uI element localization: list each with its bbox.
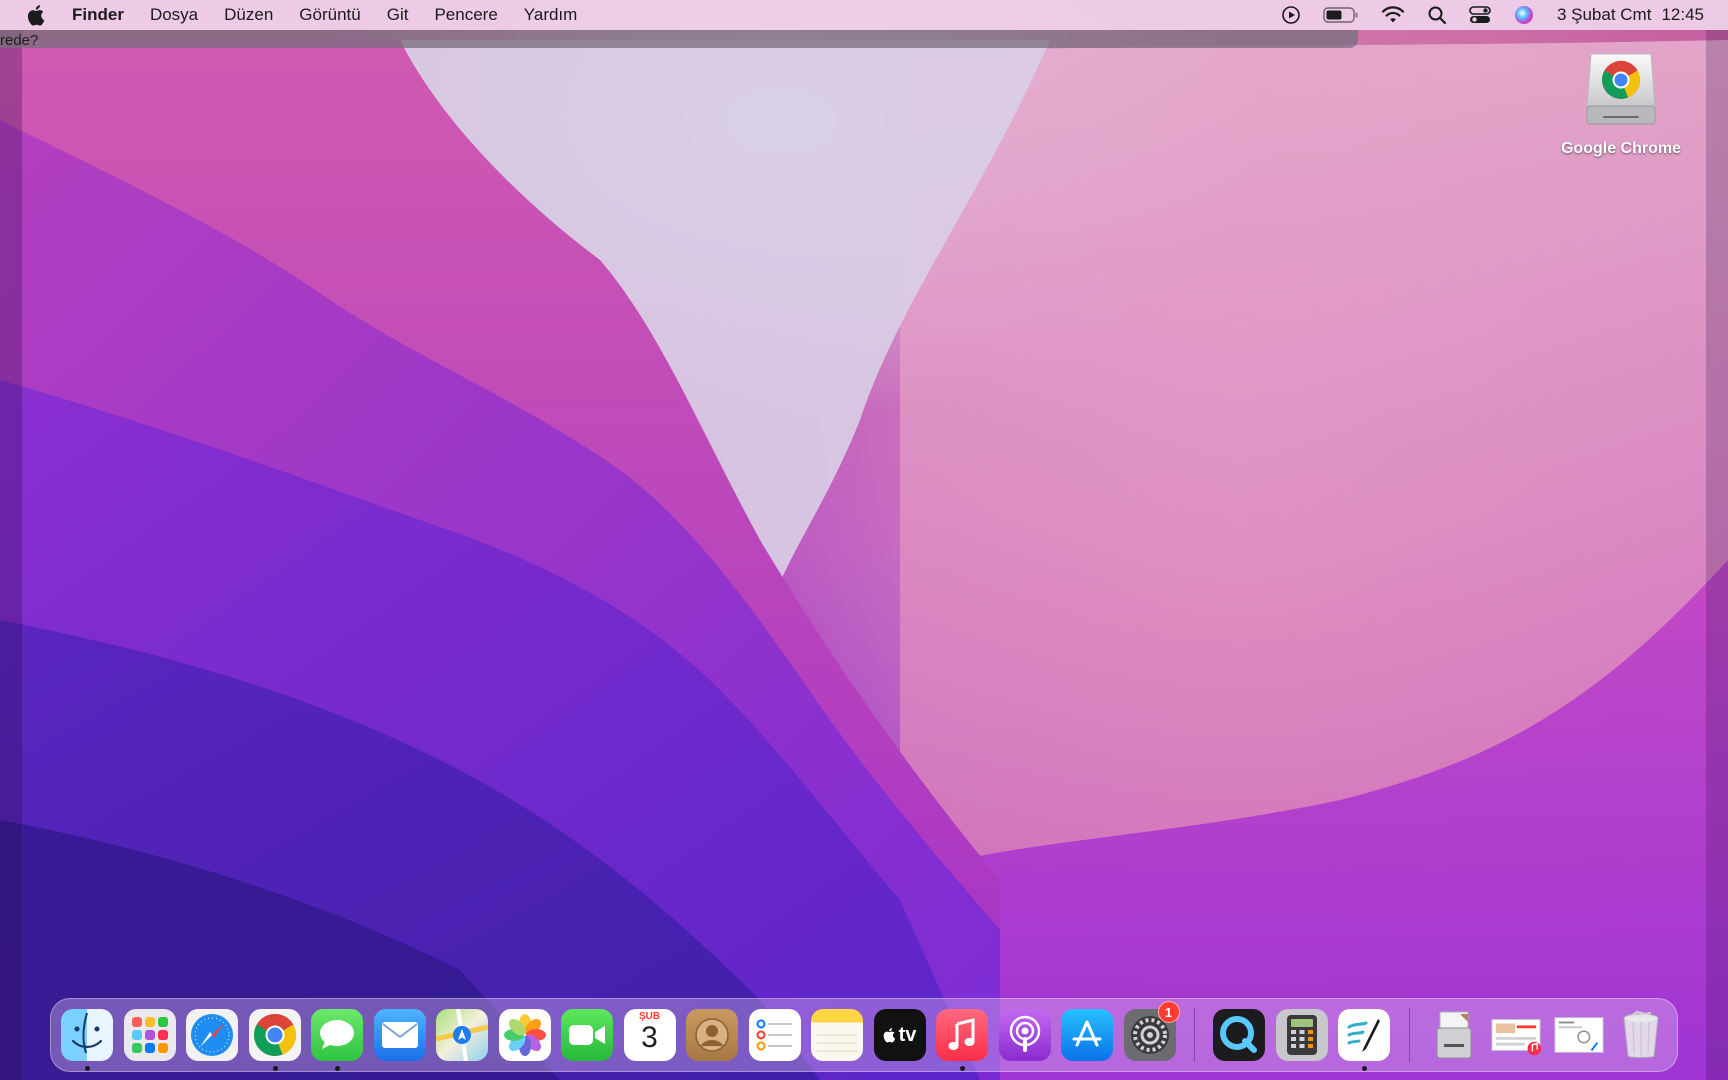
menu-dosya[interactable]: Dosya bbox=[150, 5, 198, 25]
spotlight-search-icon[interactable] bbox=[1427, 0, 1447, 30]
dock-music[interactable] bbox=[934, 1007, 990, 1071]
siri-icon[interactable] bbox=[1513, 0, 1535, 30]
dock-quicktime[interactable] bbox=[1211, 1007, 1267, 1063]
quicktime-icon bbox=[1213, 1009, 1265, 1061]
dock-downloads-stack[interactable] bbox=[1426, 1007, 1482, 1063]
maps-icon bbox=[436, 1009, 488, 1061]
menu-app-finder[interactable]: Finder bbox=[72, 5, 124, 25]
calendar-icon: ŞUB 3 bbox=[623, 1009, 676, 1061]
dock-separator bbox=[1194, 1008, 1195, 1062]
running-indicator bbox=[1362, 1066, 1367, 1071]
battery-icon[interactable] bbox=[1323, 0, 1359, 30]
apple-tv-label: tv bbox=[898, 1023, 917, 1046]
dock-separator bbox=[1408, 1008, 1410, 1062]
reminders-icon bbox=[748, 1009, 801, 1061]
running-indicator bbox=[960, 1066, 965, 1071]
dock-apple-tv[interactable]: tv bbox=[872, 1007, 928, 1063]
dock-trash[interactable] bbox=[1613, 1007, 1669, 1063]
menu-bar: Finder Dosya Düzen Görüntü Git Pencere Y… bbox=[0, 0, 1728, 30]
running-indicator bbox=[272, 1066, 278, 1071]
desktop-icon-label: Google Chrome bbox=[1560, 140, 1681, 157]
dock-contacts[interactable] bbox=[684, 1007, 740, 1063]
recent-files-stack-icon bbox=[1553, 1009, 1605, 1061]
safari-icon bbox=[186, 1009, 238, 1061]
calendar-day: 3 bbox=[641, 1021, 658, 1054]
menubar-date: 3 Şubat Cmt bbox=[1556, 5, 1652, 24]
screen-recording-icon[interactable] bbox=[1281, 0, 1301, 30]
dock-documents-stack[interactable] bbox=[1488, 1007, 1544, 1063]
dock-notes[interactable] bbox=[809, 1007, 865, 1063]
photos-icon bbox=[498, 1009, 551, 1061]
contacts-icon bbox=[686, 1009, 738, 1061]
dock-photos[interactable] bbox=[497, 1007, 553, 1063]
menu-yardim[interactable]: Yardım bbox=[524, 5, 578, 25]
apple-menu-icon[interactable] bbox=[22, 4, 52, 26]
running-indicator bbox=[85, 1066, 90, 1071]
wifi-icon[interactable] bbox=[1381, 0, 1405, 30]
launchpad-icon bbox=[123, 1009, 176, 1061]
calculator-icon bbox=[1275, 1009, 1328, 1061]
dock-system-preferences[interactable]: 1 bbox=[1122, 1001, 1180, 1063]
menu-goruntu[interactable]: Görüntü bbox=[299, 5, 360, 25]
music-icon bbox=[936, 1009, 988, 1061]
menu-pencere[interactable]: Pencere bbox=[434, 5, 497, 25]
desktop-frame-left bbox=[0, 30, 22, 1080]
dock-reminders[interactable] bbox=[747, 1007, 803, 1063]
dock-podcasts[interactable] bbox=[997, 1007, 1053, 1063]
downloads-stack-icon bbox=[1428, 1009, 1480, 1061]
dock-facetime[interactable] bbox=[559, 1007, 615, 1063]
background-window-title: rede? bbox=[0, 32, 39, 49]
background-window-strip[interactable]: rede? bbox=[0, 30, 1358, 49]
dock-launchpad[interactable] bbox=[122, 1007, 178, 1063]
finder-icon bbox=[61, 1009, 113, 1061]
chrome-disk-image-icon bbox=[1583, 50, 1659, 132]
freeform-icon bbox=[1338, 1009, 1390, 1061]
podcasts-icon bbox=[998, 1009, 1051, 1061]
menu-git[interactable]: Git bbox=[387, 5, 409, 25]
control-center-icon[interactable] bbox=[1469, 0, 1491, 30]
dock-messages[interactable] bbox=[309, 1007, 365, 1071]
dock-maps[interactable] bbox=[434, 1007, 490, 1063]
dock-calendar[interactable]: ŞUB 3 bbox=[622, 1007, 678, 1063]
facetime-icon bbox=[561, 1009, 613, 1061]
notes-icon bbox=[811, 1009, 863, 1061]
documents-stack-icon bbox=[1490, 1009, 1542, 1061]
dock-safari[interactable] bbox=[184, 1007, 240, 1063]
messages-icon bbox=[311, 1009, 363, 1061]
mail-icon bbox=[373, 1009, 426, 1061]
desktop-icon-google-chrome[interactable]: Google Chrome bbox=[1546, 50, 1696, 158]
dock-app-store[interactable] bbox=[1059, 1007, 1115, 1063]
desktop-wallpaper bbox=[0, 0, 1728, 1080]
apple-tv-icon: tv bbox=[873, 1009, 926, 1061]
dock-calculator[interactable] bbox=[1274, 1007, 1330, 1063]
trash-icon bbox=[1615, 1009, 1667, 1061]
app-store-icon bbox=[1061, 1009, 1113, 1061]
notification-badge: 1 bbox=[1157, 1001, 1180, 1023]
dock-mail[interactable] bbox=[372, 1007, 428, 1063]
dock-recent-files-stack[interactable] bbox=[1551, 1007, 1607, 1063]
dock-google-chrome[interactable] bbox=[247, 1007, 303, 1071]
menubar-clock[interactable]: 3 Şubat Cmt 12:45 bbox=[1557, 5, 1704, 25]
running-indicator bbox=[335, 1066, 340, 1071]
dock-finder[interactable] bbox=[59, 1007, 115, 1071]
wallpaper-art bbox=[0, 40, 1728, 1080]
dock: ŞUB 3 tv 1 bbox=[50, 998, 1678, 1072]
chrome-icon bbox=[248, 1009, 301, 1061]
dock-freeform[interactable] bbox=[1336, 1007, 1392, 1071]
menubar-time: 12:45 bbox=[1661, 5, 1704, 24]
desktop-frame-right bbox=[1706, 30, 1728, 1080]
menu-duzen[interactable]: Düzen bbox=[224, 5, 273, 25]
